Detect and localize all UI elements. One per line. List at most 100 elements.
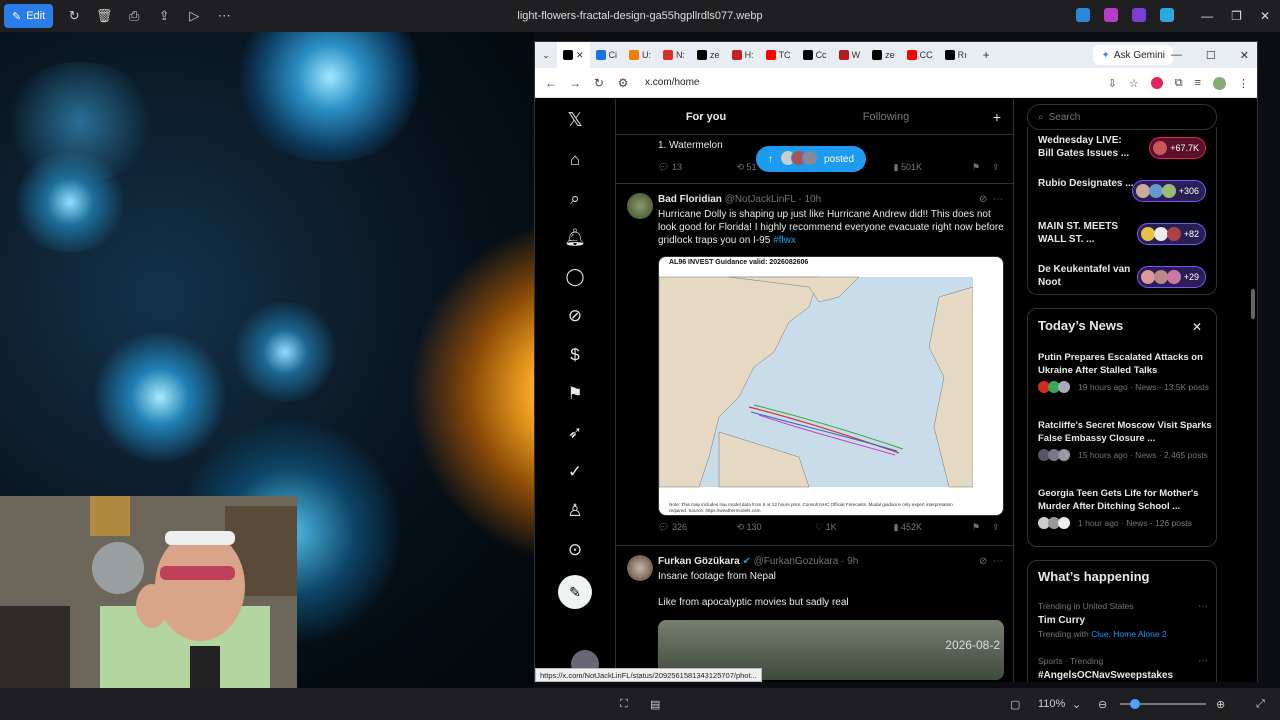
more-options-icon[interactable]: ⋯: [993, 194, 1003, 205]
tab[interactable]: ze: [866, 42, 901, 68]
more-options-icon[interactable]: ⋯: [1198, 601, 1208, 612]
tab-search-icon[interactable]: ⌄: [535, 50, 557, 61]
app-icon[interactable]: [1076, 8, 1090, 22]
more-options-icon[interactable]: ⋯: [209, 8, 239, 24]
grok-icon[interactable]: ⊘: [979, 194, 987, 205]
author-name[interactable]: Furkan Gözükara: [658, 556, 740, 567]
share-icon[interactable]: ⇪: [992, 162, 1006, 173]
zoom-level[interactable]: 110%: [1038, 698, 1065, 710]
tab-for-you[interactable]: For you: [616, 111, 796, 123]
maximize-icon[interactable]: ❐: [1231, 9, 1242, 23]
app-icon[interactable]: [1132, 8, 1146, 22]
grok-icon[interactable]: ⊘: [555, 296, 595, 335]
space-listeners-badge[interactable]: +67.7K: [1149, 137, 1206, 159]
home-icon[interactable]: ⌂: [555, 140, 595, 179]
add-tab-icon[interactable]: +: [993, 109, 1001, 125]
tab-active[interactable]: ✕: [557, 42, 590, 68]
more-options-icon[interactable]: ⋯: [1198, 656, 1208, 667]
reply-button[interactable]: 💬︎ 326: [658, 522, 737, 533]
tab[interactable]: W: [833, 42, 867, 68]
zoom-in-icon[interactable]: ⊕: [1216, 698, 1225, 711]
close-icon[interactable]: ✕: [1240, 49, 1249, 62]
news-item[interactable]: Putin Prepares Escalated Attacks on Ukra…: [1038, 352, 1213, 393]
app-icon[interactable]: [1160, 8, 1174, 22]
film-strip-icon[interactable]: ▤: [650, 698, 660, 711]
minimize-icon[interactable]: —: [1171, 49, 1182, 61]
rocket-icon[interactable]: ➶: [555, 413, 595, 452]
zoom-slider-thumb[interactable]: [1130, 699, 1140, 709]
close-icon[interactable]: ✕: [1260, 9, 1270, 23]
profile-icon[interactable]: ♙: [555, 491, 595, 530]
tab[interactable]: Cc: [797, 42, 833, 68]
avatar[interactable]: [627, 555, 653, 581]
trend-item[interactable]: Sports · Trending #AngelsOCNavSweepstake…: [1038, 656, 1208, 681]
like-button[interactable]: ♡ 1K: [815, 522, 894, 533]
tab[interactable]: H:: [726, 42, 760, 68]
tab-close-icon[interactable]: ✕: [576, 50, 584, 61]
bookmark-icon[interactable]: ⚑: [972, 162, 992, 173]
compose-post-button[interactable]: ✎: [558, 575, 592, 609]
bookmarks-icon[interactable]: ⚑: [555, 374, 595, 413]
tab[interactable]: Ci: [590, 42, 624, 68]
slideshow-icon[interactable]: ▷: [179, 8, 209, 24]
views-button[interactable]: ▮ 452K: [894, 522, 973, 533]
space-listeners-badge[interactable]: +306: [1131, 180, 1206, 202]
tab-following[interactable]: Following: [796, 111, 976, 123]
trend-related-links[interactable]: Clue, Home Alone 2: [1091, 629, 1167, 639]
extensions-icon[interactable]: ⧉: [1175, 77, 1183, 90]
space-listeners-badge[interactable]: +29: [1136, 266, 1206, 288]
post-time[interactable]: · 9h: [841, 556, 858, 567]
space-title[interactable]: Rubio Designates ...: [1038, 177, 1138, 190]
tab[interactable]: Rı: [939, 42, 973, 68]
x-logo-icon[interactable]: 𝕏: [555, 101, 595, 140]
app-icon[interactable]: [1104, 8, 1118, 22]
tab[interactable]: N:: [657, 42, 691, 68]
more-icon[interactable]: ⊙: [555, 530, 595, 569]
search-icon[interactable]: ⌕: [555, 179, 595, 218]
bookmark-icon[interactable]: ⚑: [972, 522, 992, 533]
minimize-icon[interactable]: —: [1201, 9, 1213, 23]
back-icon[interactable]: ←: [539, 76, 563, 90]
verified-icon[interactable]: ✓: [555, 452, 595, 491]
notifications-icon[interactable]: 🔔︎: [555, 218, 595, 257]
news-item[interactable]: Georgia Teen Gets Life for Mother's Murd…: [1038, 488, 1213, 529]
author-handle[interactable]: @NotJackLinFL: [725, 194, 796, 205]
forward-icon[interactable]: →: [563, 76, 587, 90]
rotate-icon[interactable]: ↻: [59, 8, 89, 24]
fit-icon[interactable]: ⛶: [620, 698, 628, 711]
profile-avatar[interactable]: [1213, 76, 1226, 90]
share-icon[interactable]: ⇪: [992, 522, 1006, 533]
more-options-icon[interactable]: ⋯: [993, 556, 1003, 567]
repost-button[interactable]: ⟲ 130: [737, 522, 816, 533]
page-scrollbar[interactable]: [1251, 289, 1255, 319]
extension-icon[interactable]: [1150, 77, 1163, 89]
reply-button[interactable]: 💬︎ 13: [658, 162, 737, 173]
tab[interactable]: CC: [901, 42, 939, 68]
new-posts-pill[interactable]: ↑ posted: [756, 146, 867, 172]
maximize-icon[interactable]: ☐: [1206, 49, 1216, 62]
tab[interactable]: ze: [691, 42, 726, 68]
share-icon[interactable]: ⇪: [149, 8, 179, 24]
news-item[interactable]: Ratcliffe's Secret Moscow Visit Sparks F…: [1038, 420, 1213, 461]
post-time[interactable]: · 10h: [798, 194, 821, 205]
messages-icon[interactable]: ◯: [555, 257, 595, 296]
author-name[interactable]: Bad Floridian: [658, 194, 722, 205]
space-listeners-badge[interactable]: +82: [1136, 223, 1206, 245]
menu-icon[interactable]: ⋮: [1238, 77, 1249, 90]
fullscreen-icon[interactable]: ⤢: [1256, 698, 1265, 711]
tweet[interactable]: Furkan Gözükara ✔ @FurkanGozukara · 9h ⊘…: [616, 545, 1013, 682]
chevron-down-icon[interactable]: ⌄: [1072, 698, 1081, 711]
space-title[interactable]: De Keukentafel van Noot: [1038, 263, 1138, 289]
views-button[interactable]: ▮ 501K: [894, 162, 973, 173]
new-tab-icon[interactable]: +: [983, 48, 990, 62]
money-icon[interactable]: $: [555, 335, 595, 374]
space-title[interactable]: MAIN ST. MEETS WALL ST. ...: [1038, 220, 1138, 246]
hurricane-model-map[interactable]: AL96 INVEST Guidance valid: 2026082606 N…: [658, 256, 1004, 516]
grok-icon[interactable]: ⊘: [979, 556, 987, 567]
avatar[interactable]: [627, 193, 653, 219]
bookmark-star-icon[interactable]: ☆: [1129, 77, 1139, 90]
trend-item[interactable]: Trending in United States Tim Curry Tren…: [1038, 601, 1208, 639]
reload-icon[interactable]: ↻: [587, 76, 611, 90]
reading-list-icon[interactable]: ≡: [1195, 77, 1201, 89]
author-handle[interactable]: @FurkanGozukara: [754, 556, 839, 567]
